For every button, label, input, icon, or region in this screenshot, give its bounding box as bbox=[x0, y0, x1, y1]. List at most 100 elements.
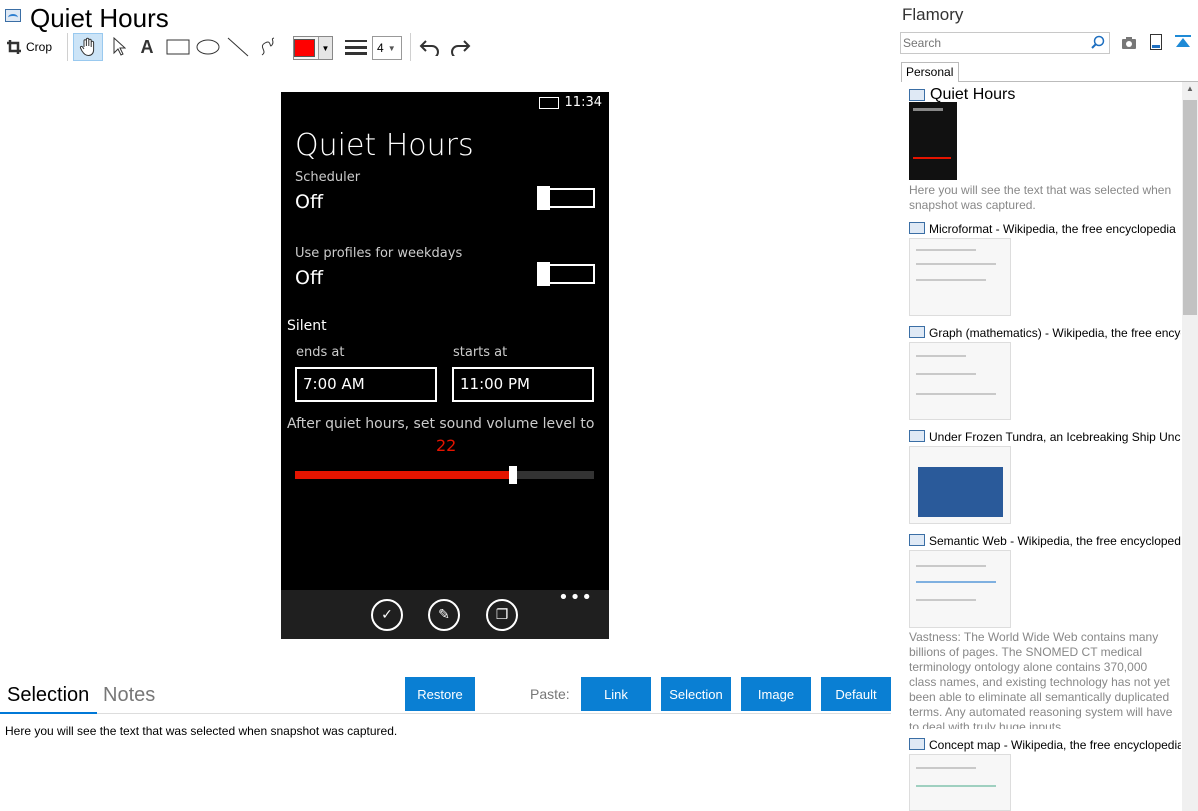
search-icon[interactable] bbox=[1091, 35, 1105, 49]
thumb-line bbox=[916, 393, 996, 395]
collapse-button[interactable] bbox=[1175, 34, 1191, 55]
item-thumbnail bbox=[909, 446, 1011, 524]
paste-label: Paste: bbox=[530, 686, 570, 702]
pin-icon: ✎ bbox=[438, 607, 450, 623]
undo-button[interactable] bbox=[417, 33, 443, 61]
profiles-label: Use profiles for weekdays bbox=[295, 246, 463, 261]
phone-screenshot: 11:34 Quiet Hours Scheduler Off Use prof… bbox=[281, 92, 609, 639]
selection-text[interactable]: Here you will see the text that was sele… bbox=[5, 724, 397, 738]
line-icon bbox=[227, 37, 249, 57]
ellipse-tool-button[interactable] bbox=[195, 33, 221, 61]
page-title: Quiet Hours bbox=[30, 3, 169, 33]
rectangle-tool-button[interactable] bbox=[165, 33, 191, 61]
crop-label: Crop bbox=[26, 40, 53, 54]
collapse-up-icon bbox=[1175, 35, 1191, 47]
tab-selection[interactable]: Selection bbox=[7, 684, 89, 707]
silent-heading: Silent bbox=[287, 318, 327, 334]
toggle-knob bbox=[537, 186, 550, 210]
book-icon: ❐ bbox=[495, 607, 509, 623]
line-width-value: 4 bbox=[377, 41, 384, 55]
thumb-line bbox=[913, 157, 951, 159]
page-icon bbox=[909, 534, 925, 546]
item-thumbnail bbox=[909, 754, 1011, 811]
undo-icon bbox=[419, 40, 439, 56]
volume-label: After quiet hours, set sound volume leve… bbox=[287, 416, 595, 432]
text-tool-icon: A bbox=[140, 36, 154, 57]
tabs-divider bbox=[0, 713, 891, 714]
active-tab-indicator bbox=[0, 712, 97, 714]
item-title: Microformat - Wikipedia, the free encycl… bbox=[929, 222, 1176, 236]
scrollbar-thumb[interactable] bbox=[1183, 100, 1197, 315]
line-tool-button[interactable] bbox=[226, 33, 250, 61]
volume-slider-thumb[interactable] bbox=[509, 466, 518, 484]
redo-icon bbox=[451, 40, 471, 56]
thumb-line bbox=[916, 599, 976, 601]
item-thumbnail bbox=[909, 238, 1011, 316]
battery-icon bbox=[539, 97, 559, 109]
panel-tabs-divider bbox=[959, 81, 1198, 82]
toolbar-divider bbox=[410, 33, 411, 61]
line-width-button[interactable] bbox=[344, 33, 368, 61]
pin-button[interactable]: ✎ bbox=[428, 599, 460, 631]
hand-icon bbox=[79, 37, 95, 57]
search-input[interactable] bbox=[903, 35, 1083, 51]
thumb-line bbox=[916, 785, 996, 787]
item-title: Concept map - Wikipedia, the free encycl… bbox=[929, 738, 1181, 752]
page-icon bbox=[909, 430, 925, 442]
search-box[interactable] bbox=[900, 32, 1110, 54]
paste-selection-button[interactable]: Selection bbox=[661, 677, 731, 711]
item-thumbnail bbox=[909, 550, 1011, 628]
chevron-down-icon: ▼ bbox=[317, 37, 332, 59]
thumb-photo bbox=[918, 467, 1003, 517]
item-title: Semantic Web - Wikipedia, the free encyc… bbox=[929, 534, 1181, 548]
color-picker[interactable]: ▼ bbox=[293, 36, 333, 60]
color-swatch bbox=[294, 39, 315, 57]
thumb-line bbox=[916, 263, 996, 265]
camera-icon bbox=[1122, 37, 1136, 49]
page-icon bbox=[909, 326, 925, 338]
select-tool-button[interactable] bbox=[108, 33, 130, 61]
crop-button[interactable]: Crop bbox=[6, 33, 52, 61]
ends-at-time-picker[interactable]: 7:00 AM bbox=[295, 367, 437, 402]
item-title: Graph (mathematics) - Wikipedia, the fre… bbox=[929, 326, 1181, 340]
line-width-select[interactable]: 4 ▼ bbox=[372, 36, 402, 60]
book-button[interactable]: ❐ bbox=[486, 599, 518, 631]
scheduler-label: Scheduler bbox=[295, 170, 361, 185]
camera-button[interactable] bbox=[1121, 36, 1137, 55]
redo-button[interactable] bbox=[447, 33, 473, 61]
ellipse-icon bbox=[196, 39, 220, 55]
volume-slider[interactable] bbox=[295, 466, 594, 484]
phone-clock: 11:34 bbox=[564, 95, 602, 110]
check-icon: ✓ bbox=[381, 607, 393, 623]
hand-tool-button[interactable] bbox=[73, 33, 103, 61]
tab-notes[interactable]: Notes bbox=[103, 684, 155, 707]
scheduler-toggle[interactable] bbox=[537, 186, 595, 210]
item-thumbnail bbox=[909, 102, 957, 180]
paste-image-button[interactable]: Image bbox=[741, 677, 811, 711]
check-button[interactable]: ✓ bbox=[371, 599, 403, 631]
profiles-toggle[interactable] bbox=[537, 262, 595, 286]
starts-at-time-picker[interactable]: 11:00 PM bbox=[452, 367, 594, 402]
arrow-pointer-icon bbox=[113, 37, 126, 56]
thumb-line bbox=[916, 355, 966, 357]
document-icon bbox=[1150, 34, 1162, 50]
paste-default-button[interactable]: Default bbox=[821, 677, 891, 711]
freehand-icon bbox=[261, 37, 275, 56]
panel-title: Flamory bbox=[902, 5, 964, 24]
text-tool-button[interactable]: A bbox=[137, 33, 157, 61]
thumb-line bbox=[913, 108, 943, 111]
toggle-knob bbox=[537, 262, 550, 286]
more-icon[interactable]: ••• bbox=[558, 587, 593, 608]
paste-link-button[interactable]: Link bbox=[581, 677, 651, 711]
starts-at-label: starts at bbox=[453, 345, 508, 360]
toolbar-divider bbox=[67, 33, 68, 61]
document-button[interactable] bbox=[1150, 34, 1162, 55]
restore-button[interactable]: Restore bbox=[405, 677, 475, 711]
tab-personal[interactable]: Personal bbox=[901, 62, 959, 82]
scroll-up-icon[interactable]: ▲ bbox=[1183, 84, 1197, 96]
freehand-tool-button[interactable] bbox=[256, 33, 280, 61]
scheduler-value: Off bbox=[295, 191, 324, 213]
thumb-line bbox=[916, 373, 976, 375]
page-icon bbox=[909, 222, 925, 234]
phone-app-title: Quiet Hours bbox=[295, 128, 474, 163]
